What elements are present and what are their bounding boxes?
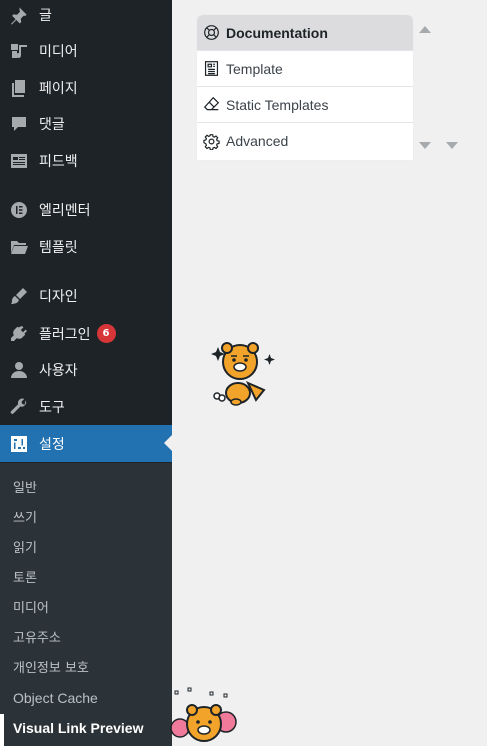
collapse-arrow[interactable] bbox=[419, 26, 431, 33]
plugin-settings-menu: Documentation Template Static Templates … bbox=[197, 15, 413, 160]
menu-item-media[interactable]: 미디어 bbox=[0, 32, 172, 69]
menu-item-appearance[interactable]: 디자인 bbox=[0, 277, 172, 314]
menu-item-label: 사용자 bbox=[39, 362, 78, 379]
menu-label: Documentation bbox=[226, 24, 328, 41]
bear-sticker bbox=[211, 342, 275, 406]
folder-icon bbox=[9, 237, 29, 257]
menu-label: Advanced bbox=[226, 133, 289, 149]
menu-item-label: 페이지 bbox=[39, 80, 78, 97]
menu-item-label: 설정 bbox=[39, 436, 65, 453]
settings-submenu: 일반 쓰기 읽기 토론 미디어 고유주소 개인정보 보호 Object Cach… bbox=[0, 463, 172, 746]
feedback-icon bbox=[9, 151, 29, 171]
bear-cheerleader-sticker bbox=[170, 687, 237, 742]
menu-item-comments[interactable]: 댓글 bbox=[0, 105, 172, 142]
submenu-item-permalinks[interactable]: 고유주소 bbox=[13, 627, 61, 646]
wrench-icon bbox=[9, 397, 29, 417]
current-page-indicator bbox=[0, 714, 4, 746]
menu-item-pages[interactable]: 페이지 bbox=[0, 69, 172, 106]
menu-static-templates[interactable]: Static Templates bbox=[197, 87, 413, 123]
update-count-badge: 6 bbox=[96, 324, 116, 343]
submenu-item-reading[interactable]: 읽기 bbox=[13, 537, 37, 556]
submenu-item-privacy[interactable]: 개인정보 보호 bbox=[13, 657, 89, 676]
settings-icon bbox=[9, 434, 29, 454]
menu-advanced[interactable]: Advanced bbox=[197, 123, 413, 159]
menu-item-label: 댓글 bbox=[39, 116, 65, 133]
menu-item-posts[interactable]: 글 bbox=[0, 0, 172, 33]
menu-item-plugins[interactable]: 플러그인 6 bbox=[0, 315, 172, 352]
expand-arrow-secondary[interactable] bbox=[446, 142, 458, 149]
menu-item-label: 디자인 bbox=[39, 288, 78, 305]
menu-item-settings[interactable]: 설정 bbox=[0, 425, 172, 462]
page-icon bbox=[9, 78, 29, 98]
admin-sidebar: 글 미디어 페이지 댓글 피드백 엘리멘터 템플릿 디자인 플러그인 6 사용자… bbox=[0, 0, 172, 746]
menu-label: Static Templates bbox=[226, 96, 329, 113]
menu-item-label: 도구 bbox=[39, 399, 65, 416]
menu-item-label: 피드백 bbox=[39, 153, 78, 170]
gear-icon bbox=[202, 132, 220, 150]
submenu-item-discussion[interactable]: 토론 bbox=[13, 567, 37, 586]
elementor-icon bbox=[9, 200, 29, 220]
menu-item-label: 플러그인 bbox=[39, 326, 91, 343]
menu-item-feedback[interactable]: 피드백 bbox=[0, 142, 172, 179]
menu-item-label: 엘리멘터 bbox=[39, 202, 91, 219]
menu-item-tools[interactable]: 도구 bbox=[0, 388, 172, 425]
submenu-item-general[interactable]: 일반 bbox=[13, 477, 37, 496]
menu-documentation[interactable]: Documentation bbox=[197, 15, 413, 51]
menu-item-templates[interactable]: 템플릿 bbox=[0, 228, 172, 265]
comment-icon bbox=[9, 114, 29, 134]
menu-item-label: 글 bbox=[39, 7, 52, 24]
plugin-icon bbox=[9, 324, 29, 344]
template-icon bbox=[202, 60, 220, 78]
submenu-item-writing[interactable]: 쓰기 bbox=[13, 507, 37, 526]
submenu-item-media[interactable]: 미디어 bbox=[13, 597, 49, 616]
submenu-item-visual-link-preview[interactable]: Visual Link Preview bbox=[13, 720, 143, 736]
menu-item-label: 미디어 bbox=[39, 43, 78, 60]
menu-item-elementor[interactable]: 엘리멘터 bbox=[0, 191, 172, 228]
brush-icon bbox=[9, 286, 29, 306]
expand-arrow[interactable] bbox=[419, 142, 431, 149]
menu-item-users[interactable]: 사용자 bbox=[0, 351, 172, 388]
submenu-item-object-cache[interactable]: Object Cache bbox=[13, 690, 98, 706]
lifebuoy-icon bbox=[202, 24, 220, 42]
menu-item-label: 템플릿 bbox=[39, 239, 78, 256]
menu-template[interactable]: Template bbox=[197, 51, 413, 87]
pin-icon bbox=[9, 5, 29, 25]
eraser-icon bbox=[202, 96, 220, 114]
user-icon bbox=[9, 360, 29, 380]
menu-label: Template bbox=[226, 60, 283, 77]
media-icon bbox=[9, 41, 29, 61]
